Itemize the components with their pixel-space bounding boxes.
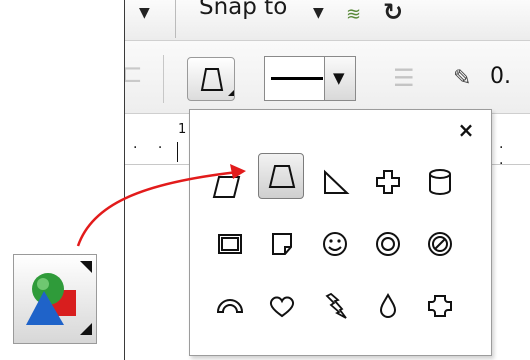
perfect-shapes-tool-icon [26, 261, 92, 335]
perfect-shapes-tool-button[interactable] [13, 254, 97, 344]
